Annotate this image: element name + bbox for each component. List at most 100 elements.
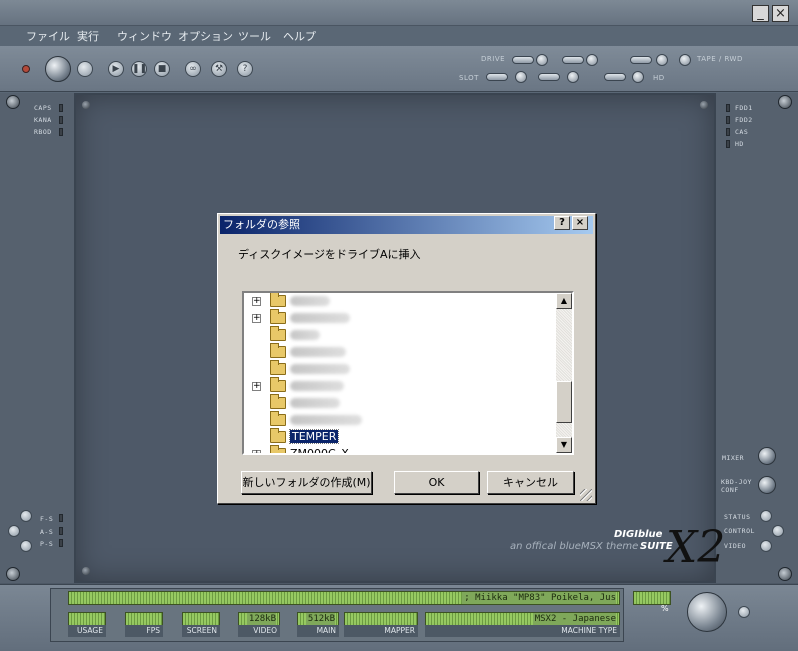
folder-icon — [270, 309, 286, 324]
video-button[interactable] — [760, 540, 772, 552]
blurred-name — [290, 398, 340, 408]
minimize-button[interactable]: _ — [752, 5, 769, 22]
volume-knob-icon[interactable] — [687, 592, 727, 632]
menu-window[interactable]: ウィンドウ — [117, 28, 172, 44]
screw-icon — [700, 101, 708, 109]
folder-icon — [270, 394, 286, 409]
hd-label: HD — [653, 74, 665, 82]
drive-a-switch[interactable] — [512, 56, 534, 64]
close-button[interactable]: × — [772, 5, 789, 22]
slot-2-switch[interactable] — [538, 73, 560, 81]
menu-options[interactable]: オプション — [178, 28, 233, 44]
cas-led — [726, 128, 730, 136]
menu-run[interactable]: 実行 — [77, 28, 99, 44]
power-led-icon — [22, 65, 30, 73]
menu-help[interactable]: ヘルプ — [283, 28, 316, 44]
folder-icon — [270, 326, 286, 341]
ticker-lcd: ; Miikka "MP83" Poikela, Jus — [68, 591, 620, 605]
folder-icon — [270, 445, 286, 453]
dialog-title-bar: フォルダの参照 — [220, 216, 593, 234]
hd-eject[interactable] — [632, 71, 644, 83]
video-label: VIDEO — [724, 542, 747, 550]
menu-tools[interactable]: ツール — [238, 28, 271, 44]
cancel-button[interactable]: キャンセル — [487, 471, 574, 494]
screen-lcd — [182, 612, 220, 626]
slot-1-switch[interactable] — [486, 73, 508, 81]
play-icon[interactable]: ▶ — [108, 61, 124, 77]
bluemsx-window: _ × ファイル 実行 ウィンドウ オプション ツール ヘルプ ▶ ❚❚ ■ ∞… — [0, 0, 798, 651]
main-lcd: 512kB — [297, 612, 339, 626]
brand-tagline: an offical blueMSX theme — [510, 541, 639, 552]
pause-icon[interactable]: ❚❚ — [131, 61, 147, 77]
kbd-joy-conf-button[interactable] — [758, 476, 776, 494]
fdd2-led — [726, 116, 730, 124]
menu-file[interactable]: ファイル — [26, 28, 70, 44]
cas-label: CAS — [735, 128, 749, 136]
main-label: MAIN — [297, 625, 339, 637]
ps-button[interactable] — [20, 540, 32, 552]
caps-led — [59, 104, 63, 112]
expand-icon[interactable]: + — [252, 450, 261, 453]
right-panel: FDD1 FDD2 CAS HD MIXER KBD-JOY CONF STAT… — [716, 93, 798, 583]
drive-b-switch[interactable] — [562, 56, 584, 64]
control-button[interactable] — [772, 525, 784, 537]
status-label: STATUS — [724, 513, 751, 521]
tree-scrollbar[interactable]: ▲ ▼ — [556, 293, 572, 453]
dialog-help-button[interactable]: ? — [554, 216, 570, 230]
usage-label: USAGE — [68, 625, 106, 637]
blurred-name — [290, 296, 330, 306]
brand-logo: X2 — [666, 522, 726, 573]
mute-button[interactable] — [738, 606, 750, 618]
expand-icon[interactable]: + — [252, 297, 261, 306]
tape-label: TAPE / RWD — [697, 55, 743, 63]
link-icon[interactable]: ∞ — [185, 61, 201, 77]
ticker-text: ; Miikka "MP83" Poikela, Jus — [462, 592, 616, 604]
expand-icon[interactable]: + — [252, 382, 261, 391]
screw-icon — [6, 567, 20, 581]
fs-button[interactable] — [20, 510, 32, 522]
scroll-up-icon[interactable]: ▲ — [556, 293, 572, 309]
folder-tree[interactable]: + + + TEMPER + ZM000C_X ▲ ▼ — [242, 291, 574, 455]
caps-label: CAPS — [34, 104, 52, 112]
scroll-thumb[interactable] — [556, 381, 572, 423]
tape-rewind[interactable] — [679, 54, 691, 66]
drive-b-eject[interactable] — [586, 54, 598, 66]
reset-button[interactable] — [77, 61, 93, 77]
kana-label: KANA — [34, 116, 52, 124]
screw-icon — [778, 95, 792, 109]
tool-icon[interactable]: ⚒ — [211, 61, 227, 77]
tape-switch[interactable] — [630, 56, 652, 64]
drive-a-eject[interactable] — [536, 54, 548, 66]
screw-icon — [82, 101, 90, 109]
fps-lcd — [125, 612, 163, 626]
title-bar: _ × — [0, 0, 798, 26]
hd-switch[interactable] — [604, 73, 626, 81]
slot-2-eject[interactable] — [567, 71, 579, 83]
power-knob-icon[interactable] — [45, 56, 71, 82]
blurred-name — [290, 347, 346, 357]
scroll-down-icon[interactable]: ▼ — [556, 437, 572, 453]
help-icon[interactable]: ? — [237, 61, 253, 77]
ok-button[interactable]: OK — [394, 471, 479, 494]
stop-icon[interactable]: ■ — [154, 61, 170, 77]
dialog-close-button[interactable]: × — [572, 216, 588, 230]
as-button[interactable] — [8, 525, 20, 537]
new-folder-button[interactable]: 新しいフォルダの作成(M) — [241, 471, 372, 494]
folder-icon — [270, 377, 286, 392]
fdd2-label: FDD2 — [735, 116, 753, 124]
tree-item-label: TEMPER — [288, 429, 340, 444]
folder-icon — [270, 293, 286, 307]
mixer-button[interactable] — [758, 447, 776, 465]
machine-type-label: MACHINE TYPE — [425, 625, 620, 637]
usage-lcd — [68, 612, 106, 626]
drive-label: DRIVE — [481, 55, 506, 63]
left-panel: CAPS KANA RBOD F-S A-S P-S — [0, 93, 74, 583]
slot-1-eject[interactable] — [515, 71, 527, 83]
resize-grip-icon[interactable] — [580, 489, 592, 501]
expand-icon[interactable]: + — [252, 314, 261, 323]
tape-eject[interactable] — [656, 54, 668, 66]
brand-digiblue: DIGIblue — [614, 529, 663, 540]
mapper-lcd — [344, 612, 418, 626]
status-button[interactable] — [760, 510, 772, 522]
volume-lcd — [633, 591, 671, 605]
